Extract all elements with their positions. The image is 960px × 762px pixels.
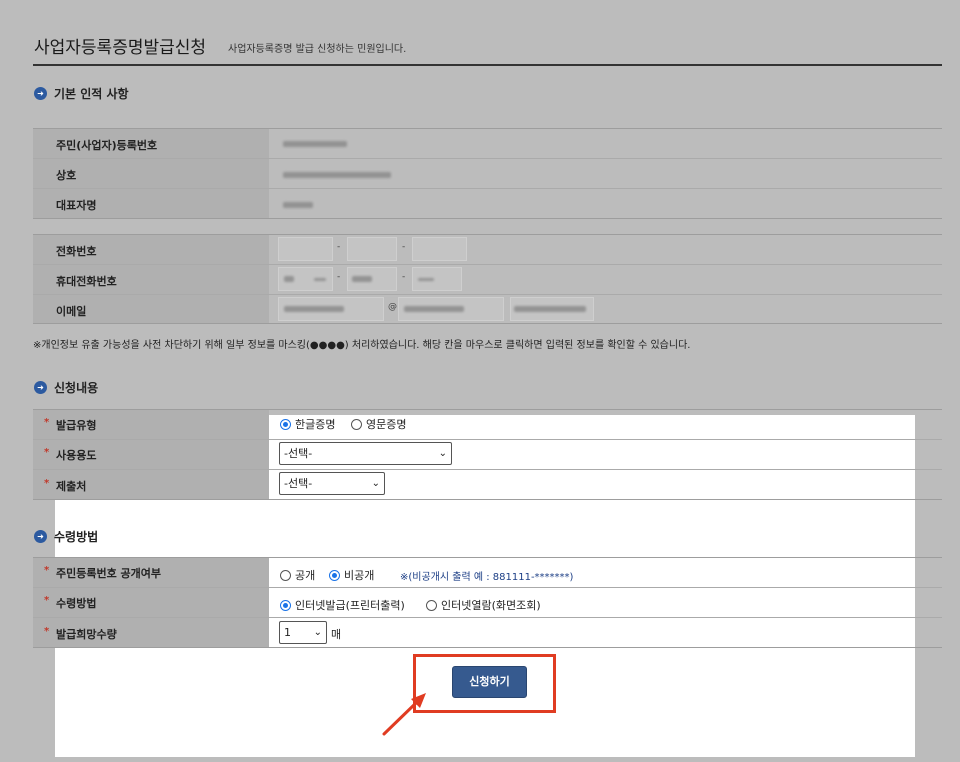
dash-separator: - (402, 272, 406, 282)
masked-ceo-name (283, 202, 313, 208)
chevron-down-icon: ⌄ (438, 448, 447, 459)
arrow-circle-icon: ➜ (34, 530, 47, 543)
required-mark: * (44, 595, 50, 606)
table-bottom-border (33, 218, 942, 219)
phone-field-3[interactable] (412, 237, 467, 261)
page-title: 사업자등록증명발급신청 (34, 38, 207, 58)
row-divider (33, 294, 942, 295)
row-label-ceo-name: 대표자명 (56, 199, 97, 212)
masked-email-select (514, 306, 586, 312)
table-bottom-border (33, 499, 942, 500)
row-divider (33, 469, 942, 470)
row-divider (33, 188, 942, 189)
required-mark: * (44, 565, 50, 576)
radio-unselected-icon (426, 599, 437, 611)
required-mark: * (44, 417, 50, 428)
section-receive-heading: ➜ 수령방법 (34, 528, 98, 545)
section-basic-info-heading: ➜ 기본 인적 사항 (34, 85, 129, 102)
row-divider (33, 439, 942, 440)
radio-selected-icon (329, 569, 340, 581)
masked-mobile-1b (314, 278, 326, 281)
radio-selected-icon (280, 599, 291, 611)
pointer-arrow-icon (382, 693, 426, 736)
at-sign: @ (388, 302, 397, 312)
radio-internet-view[interactable]: 인터넷열람(화면조회) (426, 597, 541, 613)
disclosure-hint: ※(비공개시 출력 예 : 881111-*******) (400, 572, 574, 583)
row-label-copies: * 발급희망수량 (44, 626, 117, 641)
row-divider (33, 158, 942, 159)
masked-company-name (283, 172, 391, 178)
usage-select[interactable]: -선택- ⌄ (279, 442, 452, 465)
chevron-down-icon: ⌄ (313, 627, 322, 638)
radio-selected-icon (280, 418, 291, 430)
masked-biz-number (283, 141, 347, 147)
row-label-id-disclosure: * 주민등록번호 공개여부 (44, 565, 162, 580)
radio-korean-cert[interactable]: 한글증명 (280, 416, 335, 432)
arrow-shaft (382, 701, 418, 736)
masked-email-id (284, 306, 344, 312)
masked-email-domain (404, 306, 464, 312)
required-mark: * (44, 447, 50, 458)
dash-separator: - (337, 272, 341, 282)
radio-private[interactable]: 비공개 (329, 567, 374, 583)
required-mark: * (44, 478, 50, 489)
masked-mobile-1 (284, 276, 294, 282)
table-bottom-border (33, 647, 942, 648)
radio-unselected-icon (351, 418, 362, 430)
row-label-mobile: 휴대전화번호 (56, 275, 117, 288)
row-label-company-name: 상호 (56, 169, 77, 182)
masked-mobile-3 (418, 278, 434, 281)
row-label-submit-to: * 제출처 (44, 478, 87, 493)
arrow-circle-icon: ➜ (34, 87, 47, 100)
chevron-down-icon: ⌄ (371, 478, 380, 489)
row-divider (33, 587, 942, 588)
row-label-receive-method: * 수령방법 (44, 595, 97, 610)
phone-field-1[interactable] (278, 237, 333, 261)
radio-english-cert[interactable]: 영문증명 (351, 416, 406, 432)
row-label-issue-type: * 발급유형 (44, 417, 97, 432)
phone-field-2[interactable] (347, 237, 397, 261)
section-request-heading: ➜ 신청내용 (34, 379, 98, 396)
row-divider (33, 617, 942, 618)
privacy-masking-notice: ※개인정보 유출 가능성을 사전 차단하기 위해 일부 정보를 마스킹(●●●●… (33, 340, 691, 351)
page-subtitle: 사업자등록증명 발급 신청하는 민원입니다. (228, 44, 407, 55)
submit-to-select[interactable]: -선택- ⌄ (279, 472, 385, 495)
row-label-phone: 전화번호 (56, 245, 97, 258)
radio-unselected-icon (280, 569, 291, 581)
dash-separator: - (337, 242, 341, 252)
arrow-circle-icon: ➜ (34, 381, 47, 394)
masked-mobile-2 (352, 276, 372, 282)
table-bottom-border (33, 323, 942, 324)
dash-separator: - (402, 242, 406, 252)
radio-internet-issue[interactable]: 인터넷발급(프린터출력) (280, 597, 405, 613)
row-divider (33, 264, 942, 265)
copies-unit: 매 (331, 628, 342, 641)
row-label-biz-number: 주민(사업자)등록번호 (56, 139, 158, 152)
radio-public[interactable]: 공개 (280, 567, 315, 583)
row-label-email: 이메일 (56, 305, 87, 318)
title-divider (33, 64, 942, 66)
row-label-usage: * 사용용도 (44, 447, 97, 462)
copies-select[interactable]: 1 ⌄ (279, 621, 327, 644)
required-mark: * (44, 626, 50, 637)
